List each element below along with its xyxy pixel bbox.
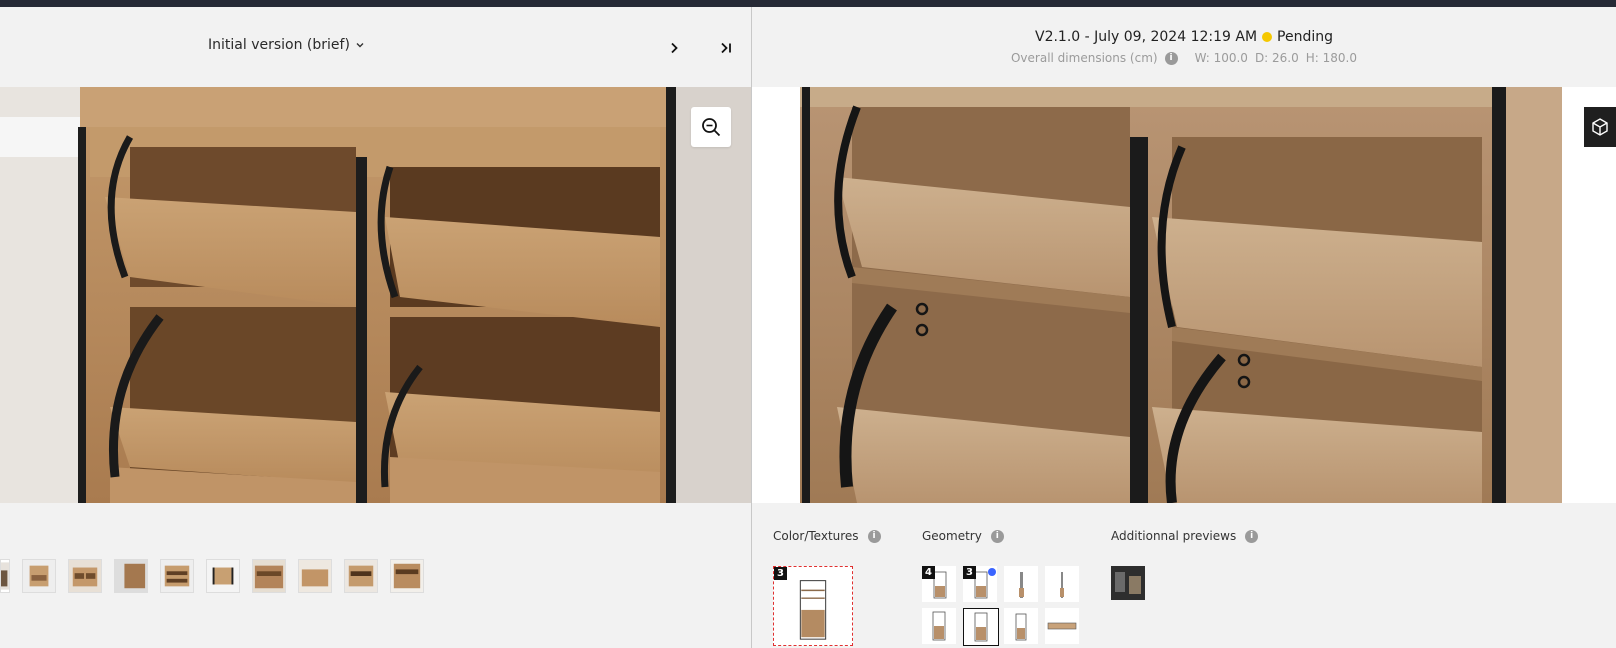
dimensions-label: Overall dimensions (cm) [1010, 51, 1158, 65]
thumbnail[interactable] [390, 559, 424, 593]
thumbnail[interactable] [68, 559, 102, 593]
count-badge: 4 [922, 566, 935, 579]
chevron-down-icon [356, 43, 364, 48]
geometry-option[interactable]: 4 [922, 566, 956, 602]
info-icon[interactable]: i [990, 529, 1004, 543]
next-button[interactable] [664, 38, 684, 58]
thumbnail[interactable] [206, 559, 240, 593]
thumbnail[interactable] [22, 559, 56, 593]
3d-cube-icon [1592, 118, 1608, 136]
additional-preview-thumbnail[interactable] [1111, 566, 1145, 600]
geometry-option-selected[interactable] [963, 608, 999, 646]
version-panel: V2.1.0 - July 09, 2024 12:19 AM Pending … [752, 7, 1616, 648]
shoe-cabinet-photo [0, 87, 751, 503]
last-button[interactable] [716, 38, 736, 58]
info-icon[interactable]: i [1245, 529, 1259, 543]
3d-view-button[interactable] [1584, 107, 1616, 147]
additional-previews-label: Additionnal previews [1111, 529, 1237, 543]
info-icon[interactable]: i [867, 529, 881, 543]
version-dropdown-label: Initial version (brief) [208, 37, 350, 53]
color-textures-title: Color/Textures i [773, 529, 881, 543]
depth-value: D: 26.0 [1254, 51, 1299, 65]
reference-panel: Initial version (brief) [0, 7, 751, 648]
additional-previews-title: Additionnal previews i [1111, 529, 1259, 543]
color-textures-label: Color/Textures [773, 529, 859, 543]
status-dot-icon [1262, 32, 1273, 42]
zoom-out-icon [702, 118, 721, 137]
geometry-option[interactable] [1004, 608, 1038, 644]
dimensions-row: Overall dimensions (cm) i W: 100.0 D: 26… [752, 51, 1616, 65]
thumbnail[interactable] [252, 559, 286, 593]
version-dropdown[interactable]: Initial version (brief) [208, 37, 365, 53]
thumbnail[interactable] [298, 559, 332, 593]
count-badge: 3 [774, 567, 787, 580]
thumbnail[interactable] [0, 559, 10, 593]
thumbnail[interactable] [160, 559, 194, 593]
geometry-label: Geometry [922, 529, 982, 543]
thumbnail-strip [0, 559, 424, 595]
zoom-button[interactable] [691, 107, 731, 147]
height-value: H: 180.0 [1305, 51, 1357, 65]
shoe-cabinet-render [752, 87, 1616, 503]
geometry-option[interactable]: 3 [963, 566, 997, 602]
status-label: Pending [1277, 29, 1333, 45]
texture-swatch-selected[interactable]: 3 [773, 566, 853, 646]
geometry-option[interactable] [1045, 566, 1079, 602]
top-bar [0, 0, 1616, 7]
geometry-option[interactable] [1004, 566, 1038, 602]
geometry-option[interactable] [922, 608, 956, 644]
chevron-right-icon [671, 42, 678, 54]
geometry-option[interactable] [1045, 608, 1079, 644]
info-icon[interactable]: i [1164, 51, 1178, 65]
skip-to-end-icon [721, 42, 731, 54]
version-header: V2.1.0 - July 09, 2024 12:19 AM Pending [752, 29, 1616, 45]
count-badge: 3 [963, 566, 976, 579]
geometry-title: Geometry i [922, 529, 1004, 543]
reference-photo[interactable] [0, 87, 751, 503]
thumbnail[interactable] [344, 559, 378, 593]
width-value: W: 100.0 [1194, 51, 1248, 65]
render-preview[interactable] [752, 87, 1616, 503]
update-dot-icon [988, 568, 996, 576]
version-label: V2.1.0 - July 09, 2024 12:19 AM [1035, 29, 1258, 45]
thumbnail[interactable] [114, 559, 148, 593]
